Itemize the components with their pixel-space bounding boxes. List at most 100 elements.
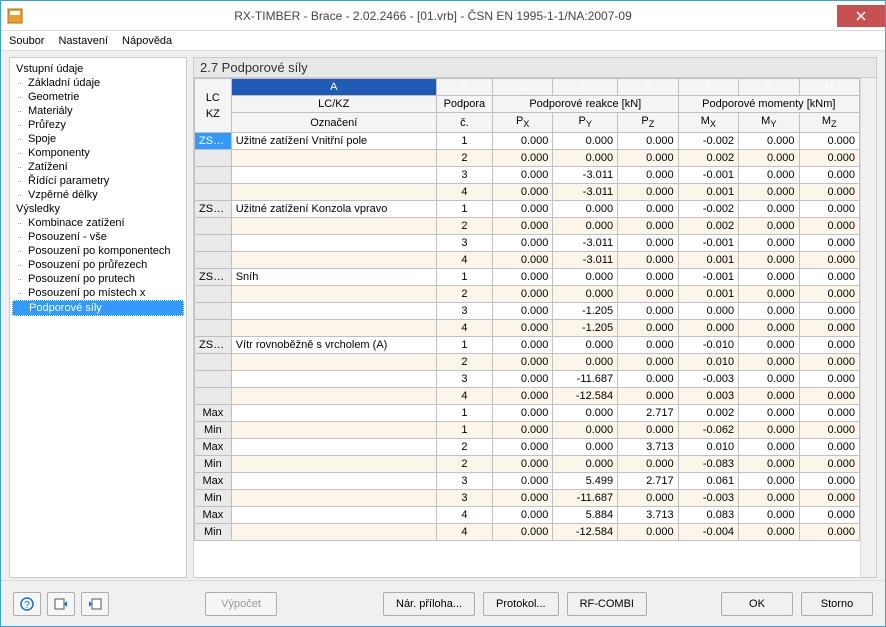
cell-py[interactable]: 0.000 <box>553 354 618 371</box>
nav-item[interactable]: Základní údaje <box>12 76 184 90</box>
menu-file[interactable]: Soubor <box>9 35 44 47</box>
cell-label[interactable] <box>231 286 436 303</box>
cell-py[interactable]: 0.000 <box>553 405 618 422</box>
table-row[interactable]: Min30.000-11.6870.000-0.0030.0000.000 <box>195 490 860 507</box>
table-row[interactable]: 20.0000.0000.0000.0010.0000.000 <box>195 286 860 303</box>
cell-mz[interactable]: 0.000 <box>799 405 859 422</box>
cell-mz[interactable]: 0.000 <box>799 439 859 456</box>
cell-px[interactable]: 0.000 <box>492 473 552 490</box>
cell-px[interactable]: 0.000 <box>492 388 552 405</box>
cell-mx[interactable]: 0.001 <box>678 184 738 201</box>
cell-my[interactable]: 0.000 <box>739 490 799 507</box>
cell-lc[interactable] <box>195 388 232 405</box>
cell-py[interactable]: -1.205 <box>553 303 618 320</box>
menu-settings[interactable]: Nastavení <box>58 35 108 47</box>
menu-help[interactable]: Nápověda <box>122 35 172 47</box>
cell-py[interactable]: 0.000 <box>553 150 618 167</box>
cell-support[interactable]: 3 <box>436 490 492 507</box>
cell-px[interactable]: 0.000 <box>492 490 552 507</box>
protocol-button[interactable]: Protokol... <box>483 592 559 616</box>
cell-mz[interactable]: 0.000 <box>799 252 859 269</box>
cell-lc[interactable] <box>195 150 232 167</box>
cell-support[interactable]: 1 <box>436 269 492 286</box>
cell-support[interactable]: 3 <box>436 235 492 252</box>
cell-mz[interactable]: 0.000 <box>799 388 859 405</box>
cell-support[interactable]: 2 <box>436 218 492 235</box>
cell-label[interactable] <box>231 150 436 167</box>
cell-support[interactable]: 2 <box>436 456 492 473</box>
close-button[interactable] <box>837 5 885 27</box>
cell-support[interactable]: 4 <box>436 320 492 337</box>
nav-item[interactable]: Kombinace zatížení <box>12 216 184 230</box>
cell-my[interactable]: 0.000 <box>739 286 799 303</box>
cell-pz[interactable]: 0.000 <box>618 354 678 371</box>
cell-label[interactable] <box>231 371 436 388</box>
cell-label[interactable] <box>231 388 436 405</box>
cell-px[interactable]: 0.000 <box>492 303 552 320</box>
cell-py[interactable]: 5.884 <box>553 507 618 524</box>
cell-label[interactable] <box>231 218 436 235</box>
cell-py[interactable]: 0.000 <box>553 286 618 303</box>
col-G[interactable]: G <box>739 79 799 96</box>
cell-py[interactable]: -11.687 <box>553 490 618 507</box>
cell-support[interactable]: 1 <box>436 405 492 422</box>
cell-support[interactable]: 3 <box>436 167 492 184</box>
cell-mz[interactable]: 0.000 <box>799 490 859 507</box>
cell-mz[interactable]: 0.000 <box>799 337 859 354</box>
cell-support[interactable]: 3 <box>436 371 492 388</box>
cell-px[interactable]: 0.000 <box>492 405 552 422</box>
nav-item[interactable]: Materiály <box>12 104 184 118</box>
cell-label[interactable] <box>231 405 436 422</box>
cell-label[interactable] <box>231 252 436 269</box>
cell-support[interactable]: 4 <box>436 507 492 524</box>
national-annex-button[interactable]: Nár. příloha... <box>383 592 475 616</box>
cell-py[interactable]: -1.205 <box>553 320 618 337</box>
cell-my[interactable]: 0.000 <box>739 473 799 490</box>
cell-mx[interactable]: 0.000 <box>678 303 738 320</box>
cell-mx[interactable]: 0.010 <box>678 354 738 371</box>
cell-px[interactable]: 0.000 <box>492 507 552 524</box>
cell-py[interactable]: 0.000 <box>553 133 618 150</box>
cell-mx[interactable]: 0.000 <box>678 320 738 337</box>
cell-support[interactable]: 2 <box>436 150 492 167</box>
cell-my[interactable]: 0.000 <box>739 371 799 388</box>
cell-px[interactable]: 0.000 <box>492 286 552 303</box>
cell-mx[interactable]: 0.002 <box>678 150 738 167</box>
cell-my[interactable]: 0.000 <box>739 150 799 167</box>
nav-item[interactable]: Posouzení po místech x <box>12 286 184 300</box>
cell-pz[interactable]: 0.000 <box>618 167 678 184</box>
table-row[interactable]: Max10.0000.0002.7170.0020.0000.000 <box>195 405 860 422</box>
table-row[interactable]: ZS122Užitné zatížení Konzola vpravo10.00… <box>195 201 860 218</box>
cell-label[interactable] <box>231 524 436 541</box>
cell-support[interactable]: 2 <box>436 286 492 303</box>
cell-label[interactable] <box>231 507 436 524</box>
cell-label[interactable]: Vítr rovnoběžně s vrcholem (A) <box>231 337 436 354</box>
cell-pz[interactable]: 2.717 <box>618 473 678 490</box>
cell-lc[interactable]: Min <box>195 422 232 439</box>
cell-pz[interactable]: 0.000 <box>618 252 678 269</box>
table-row[interactable]: Min40.000-12.5840.000-0.0040.0000.000 <box>195 524 860 541</box>
cell-lc[interactable]: ZS141 <box>195 269 232 286</box>
cell-mx[interactable]: -0.010 <box>678 337 738 354</box>
table-row[interactable]: Max30.0005.4992.7170.0610.0000.000 <box>195 473 860 490</box>
cell-lc[interactable] <box>195 320 232 337</box>
cell-lc[interactable]: ZS122 <box>195 201 232 218</box>
col-H[interactable]: H <box>799 79 859 96</box>
cell-lc[interactable] <box>195 167 232 184</box>
cell-px[interactable]: 0.000 <box>492 456 552 473</box>
table-row[interactable]: 20.0000.0000.0000.0020.0000.000 <box>195 218 860 235</box>
cell-lc[interactable]: Max <box>195 507 232 524</box>
table-row[interactable]: Max20.0000.0003.7130.0100.0000.000 <box>195 439 860 456</box>
cell-my[interactable]: 0.000 <box>739 422 799 439</box>
cell-pz[interactable]: 0.000 <box>618 456 678 473</box>
cell-pz[interactable]: 0.000 <box>618 337 678 354</box>
cell-my[interactable]: 0.000 <box>739 303 799 320</box>
cell-mz[interactable]: 0.000 <box>799 456 859 473</box>
cell-mx[interactable]: -0.004 <box>678 524 738 541</box>
table-row[interactable]: 40.000-3.0110.0000.0010.0000.000 <box>195 184 860 201</box>
cell-mx[interactable]: -0.003 <box>678 371 738 388</box>
cell-label[interactable]: Užitné zatížení Konzola vpravo <box>231 201 436 218</box>
cell-px[interactable]: 0.000 <box>492 422 552 439</box>
cell-lc[interactable] <box>195 286 232 303</box>
cell-mx[interactable]: -0.001 <box>678 269 738 286</box>
